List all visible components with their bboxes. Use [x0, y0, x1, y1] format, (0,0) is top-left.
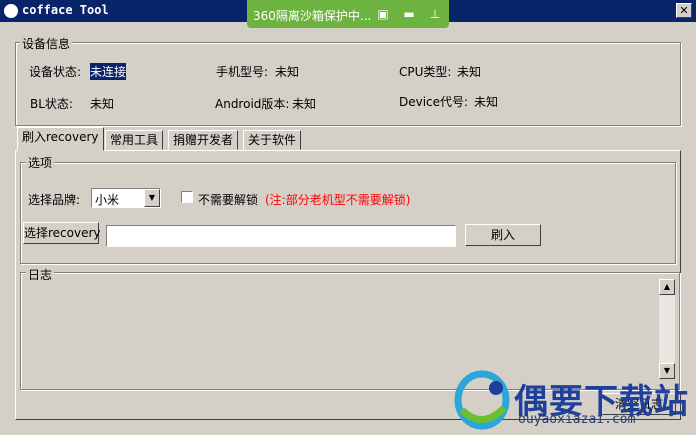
- folder-icon[interactable]: ▬: [401, 6, 417, 22]
- android-version-label: Android版本:: [215, 97, 290, 111]
- tab-flash-recovery[interactable]: 刷入recovery: [17, 127, 104, 151]
- brand-select-value: 小米: [95, 193, 120, 207]
- flash-button[interactable]: 刷入: [465, 224, 541, 246]
- bl-status-value: 未知: [90, 97, 115, 111]
- options-title: 选项: [26, 154, 55, 171]
- no-unlock-label[interactable]: 不需要解锁: [198, 191, 258, 208]
- restore-icon[interactable]: ▣: [375, 6, 391, 22]
- device-code-label: Device代号:: [399, 95, 469, 109]
- log-title: 日志: [26, 266, 55, 283]
- scroll-up-icon[interactable]: ▲: [659, 279, 675, 295]
- phone-model-value: 未知: [275, 65, 300, 79]
- bl-status-label: BL状态:: [30, 97, 73, 111]
- site-watermark: 偶要下载站 ouyaoxiazai.com: [452, 368, 692, 432]
- recovery-path-field[interactable]: [106, 225, 456, 247]
- watermark-url: ouyaoxiazai.com: [518, 412, 636, 427]
- unlock-note: (注:部分老机型不需要解锁): [265, 193, 411, 207]
- select-recovery-button[interactable]: 选择recovery: [23, 222, 101, 244]
- window-title: cofface Tool: [22, 3, 109, 17]
- cpu-type-label: CPU类型:: [399, 65, 452, 79]
- options-group: [20, 162, 676, 264]
- device-info-title: 设备信息: [20, 35, 73, 52]
- watermark-logo-icon: [454, 370, 510, 430]
- device-code-value: 未知: [474, 95, 499, 109]
- pin-icon[interactable]: ⊥: [427, 6, 443, 22]
- cpu-type-value: 未知: [457, 65, 482, 79]
- phone-model-label: 手机型号:: [216, 65, 269, 79]
- close-button[interactable]: ✕: [676, 3, 692, 18]
- log-scrollbar[interactable]: ▲ ▼: [659, 279, 675, 379]
- tab-about[interactable]: 关于软件: [243, 130, 302, 150]
- sandbox-text: 360隔离沙箱保护中...: [253, 9, 372, 23]
- tab-donate[interactable]: 捐赠开发者: [168, 130, 239, 150]
- brand-label: 选择品牌:: [28, 193, 81, 207]
- tab-common-tools[interactable]: 常用工具: [105, 130, 164, 150]
- brand-select[interactable]: 小米 ▼: [91, 188, 161, 208]
- device-status-value: 未连接: [90, 63, 127, 80]
- android-version-value: 未知: [292, 97, 317, 111]
- device-info-group: [15, 42, 681, 126]
- device-status-label: 设备状态:: [29, 65, 82, 79]
- chevron-down-icon[interactable]: ▼: [144, 189, 160, 207]
- app-icon: [4, 4, 18, 18]
- sandbox-banner[interactable]: 360隔离沙箱保护中... ▣ ▬ ⊥: [247, 0, 449, 28]
- no-unlock-checkbox[interactable]: [181, 191, 193, 203]
